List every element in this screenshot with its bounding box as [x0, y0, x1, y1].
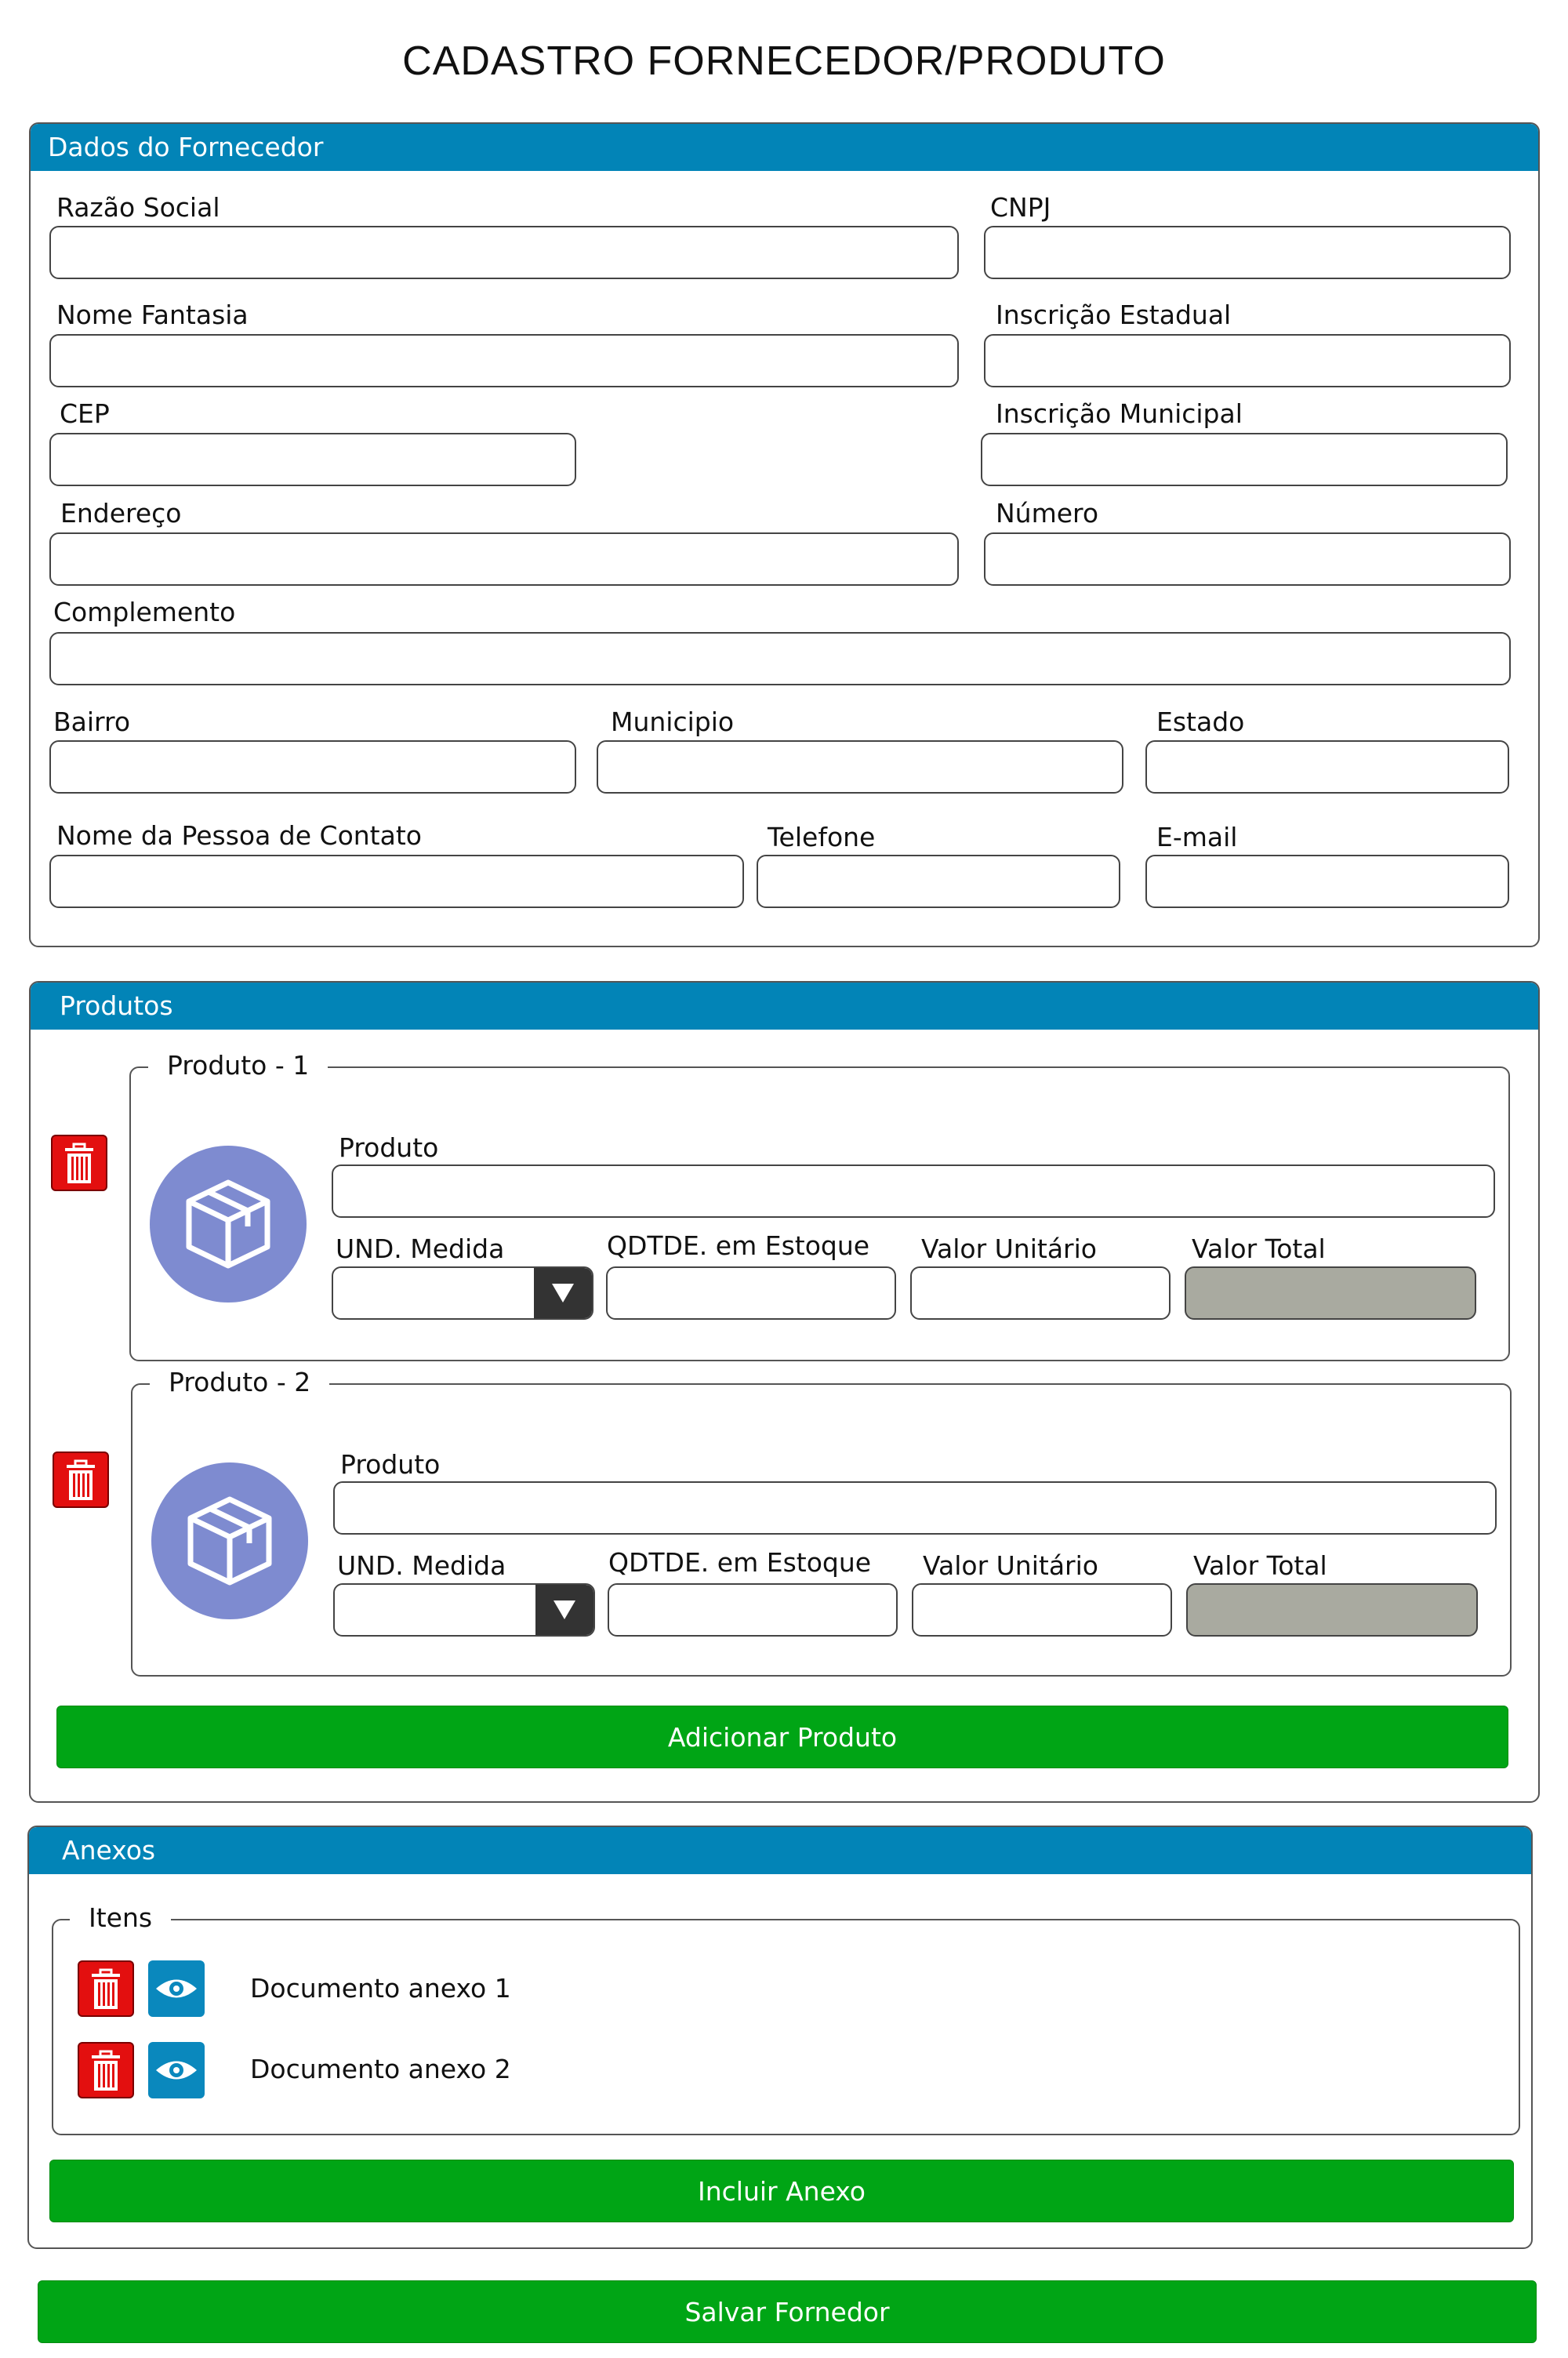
- product-2-unit-input[interactable]: [912, 1583, 1172, 1637]
- save-supplier-button[interactable]: Salvar Fornedor: [38, 2280, 1537, 2343]
- cnpj-input[interactable]: [984, 226, 1511, 279]
- estado-input[interactable]: [1145, 740, 1509, 794]
- product-1-produto-label: Produto: [339, 1132, 439, 1163]
- product-1-total-label: Valor Total: [1192, 1233, 1326, 1264]
- inscricao-estadual-label: Inscrição Estadual: [996, 300, 1232, 330]
- product-1-produto-input[interactable]: [332, 1164, 1495, 1218]
- delete-attachment-2-button[interactable]: [78, 2042, 134, 2098]
- complemento-label: Complemento: [53, 597, 236, 627]
- product-1-unit-label: Valor Unitário: [921, 1233, 1097, 1264]
- triangle-down-icon: [554, 1600, 575, 1619]
- razao-social-label: Razão Social: [56, 192, 220, 223]
- product-2-produto-input[interactable]: [333, 1481, 1497, 1535]
- bairro-input[interactable]: [49, 740, 576, 794]
- add-attachment-button[interactable]: Incluir Anexo: [49, 2160, 1514, 2222]
- delete-attachment-1-button[interactable]: [78, 1960, 134, 2017]
- attachments-panel-header: Anexos: [29, 1827, 1531, 1874]
- product-2-qtd-input[interactable]: [608, 1583, 898, 1637]
- product-2-legend: Produto - 2: [150, 1367, 330, 1397]
- products-panel: Produtos Produto - 1 Produto UND. Medida…: [29, 981, 1540, 1803]
- email-label: E-mail: [1156, 822, 1238, 852]
- product-2-total-input: [1186, 1583, 1478, 1637]
- inscricao-municipal-input[interactable]: [981, 433, 1508, 486]
- telefone-input[interactable]: [757, 855, 1120, 908]
- product-1-qtd-label: QDTDE. em Estoque: [607, 1230, 870, 1261]
- product-2-total-label: Valor Total: [1193, 1550, 1327, 1581]
- product-2-unit-label: Valor Unitário: [923, 1550, 1098, 1581]
- products-panel-header: Produtos: [31, 983, 1538, 1030]
- cnpj-label: CNPJ: [990, 192, 1051, 223]
- product-1-qtd-input[interactable]: [606, 1266, 896, 1320]
- attachment-2-name: Documento anexo 2: [250, 2054, 511, 2084]
- delete-product-2-button[interactable]: [53, 1451, 109, 1508]
- numero-input[interactable]: [984, 532, 1511, 586]
- package-icon: [187, 1496, 272, 1586]
- product-2-und-label: UND. Medida: [337, 1550, 506, 1581]
- product-1-legend: Produto - 1: [148, 1050, 328, 1081]
- attachments-panel-title: Anexos: [62, 1835, 156, 1866]
- attachments-items-legend: Itens: [70, 1902, 172, 1933]
- endereco-label: Endereço: [60, 498, 182, 529]
- estado-label: Estado: [1156, 707, 1245, 737]
- supplier-panel-title: Dados do Fornecedor: [48, 132, 324, 162]
- endereco-input[interactable]: [49, 532, 959, 586]
- cep-label: CEP: [60, 398, 110, 429]
- supplier-panel-header: Dados do Fornecedor: [31, 124, 1538, 171]
- triangle-down-icon: [552, 1284, 574, 1303]
- bairro-label: Bairro: [53, 707, 131, 737]
- product-1-und-label: UND. Medida: [336, 1233, 505, 1264]
- attachments-panel: Anexos Itens Documento anexo 1 Documento…: [27, 1826, 1533, 2249]
- product-2-avatar: [151, 1462, 308, 1619]
- inscricao-estadual-input[interactable]: [984, 334, 1511, 387]
- attachments-items-fieldset: [52, 1919, 1520, 2135]
- view-attachment-2-button[interactable]: [148, 2042, 205, 2098]
- nome-fantasia-label: Nome Fantasia: [56, 300, 249, 330]
- page-title: CADASTRO FORNECEDOR/PRODUTO: [402, 38, 1166, 84]
- product-2-produto-label: Produto: [340, 1449, 441, 1480]
- supplier-panel: Dados do Fornecedor Razão Social CNPJ No…: [29, 122, 1540, 947]
- trash-icon: [65, 1143, 93, 1183]
- product-2-und-dropdown-arrow[interactable]: [535, 1585, 593, 1635]
- product-2-und-select[interactable]: [333, 1583, 595, 1637]
- products-panel-title: Produtos: [60, 990, 173, 1021]
- email-input[interactable]: [1145, 855, 1509, 908]
- telefone-label: Telefone: [768, 822, 876, 852]
- trash-icon: [92, 2050, 120, 2091]
- product-1-avatar: [150, 1146, 307, 1303]
- view-attachment-1-button[interactable]: [148, 1960, 205, 2017]
- numero-label: Número: [996, 498, 1099, 529]
- product-1-und-select[interactable]: [332, 1266, 593, 1320]
- product-1-total-input: [1185, 1266, 1476, 1320]
- nome-fantasia-input[interactable]: [49, 334, 959, 387]
- municipio-label: Municipio: [611, 707, 735, 737]
- contato-input[interactable]: [49, 855, 744, 908]
- inscricao-municipal-label: Inscrição Municipal: [996, 398, 1243, 429]
- cep-input[interactable]: [49, 433, 576, 486]
- product-1-und-dropdown-arrow[interactable]: [534, 1268, 592, 1318]
- eye-icon: [156, 1979, 197, 1998]
- eye-icon: [156, 2061, 197, 2080]
- attachment-1-name: Documento anexo 1: [250, 1973, 511, 2004]
- razao-social-input[interactable]: [49, 226, 959, 279]
- package-icon: [186, 1179, 270, 1269]
- trash-icon: [92, 1968, 120, 2009]
- add-product-button[interactable]: Adicionar Produto: [56, 1706, 1508, 1768]
- product-1-unit-input[interactable]: [910, 1266, 1171, 1320]
- delete-product-1-button[interactable]: [51, 1135, 107, 1191]
- contato-label: Nome da Pessoa de Contato: [56, 820, 422, 851]
- complemento-input[interactable]: [49, 632, 1511, 685]
- municipio-input[interactable]: [597, 740, 1123, 794]
- product-2-qtd-label: QDTDE. em Estoque: [608, 1547, 872, 1578]
- trash-icon: [67, 1459, 95, 1500]
